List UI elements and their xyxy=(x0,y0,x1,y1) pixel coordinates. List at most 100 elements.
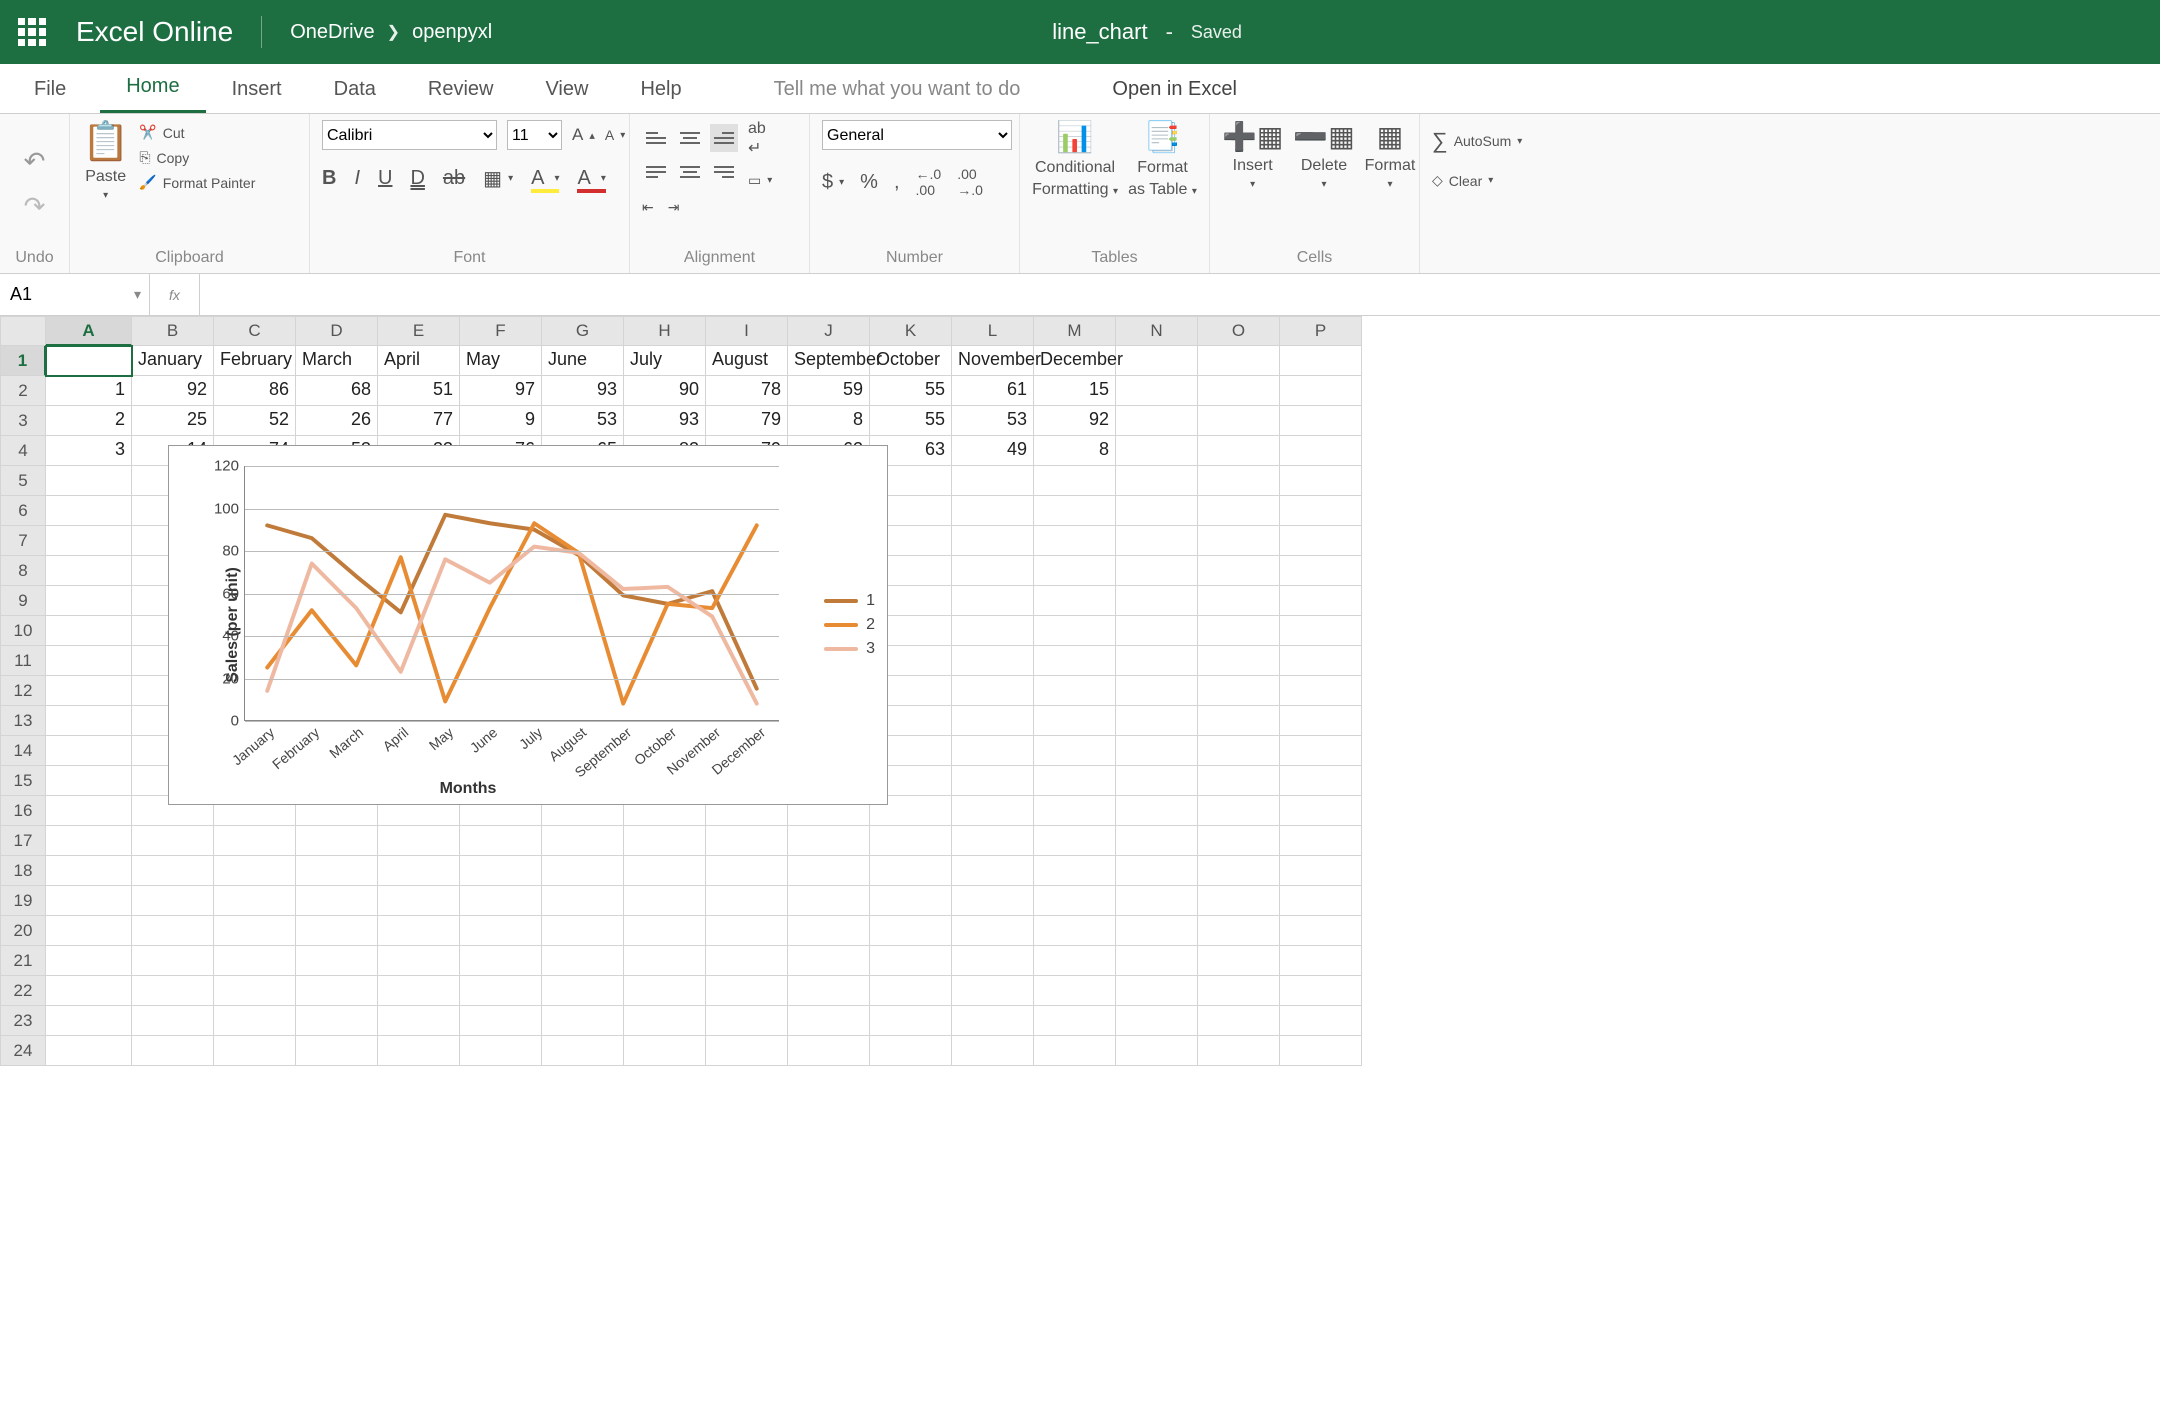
col-header-M[interactable]: M xyxy=(1034,316,1116,346)
cell-P7[interactable] xyxy=(1280,526,1362,556)
cell-B21[interactable] xyxy=(132,946,214,976)
tab-review[interactable]: Review xyxy=(402,66,520,113)
cell-A8[interactable] xyxy=(46,556,132,586)
cell-O11[interactable] xyxy=(1198,646,1280,676)
cell-B19[interactable] xyxy=(132,886,214,916)
cell-A10[interactable] xyxy=(46,616,132,646)
tab-view[interactable]: View xyxy=(519,66,614,113)
cell-P4[interactable] xyxy=(1280,436,1362,466)
col-header-K[interactable]: K xyxy=(870,316,952,346)
cell-N6[interactable] xyxy=(1116,496,1198,526)
cell-M9[interactable] xyxy=(1034,586,1116,616)
cell-A22[interactable] xyxy=(46,976,132,1006)
cell-O20[interactable] xyxy=(1198,916,1280,946)
cell-J1[interactable]: September xyxy=(788,346,870,376)
undo-icon[interactable]: ↶ xyxy=(24,146,46,177)
cell-B17[interactable] xyxy=(132,826,214,856)
cell-A15[interactable] xyxy=(46,766,132,796)
currency-button[interactable]: $▾ xyxy=(822,171,844,194)
cell-G22[interactable] xyxy=(542,976,624,1006)
cell-C21[interactable] xyxy=(214,946,296,976)
cell-C3[interactable]: 52 xyxy=(214,406,296,436)
cell-H2[interactable]: 90 xyxy=(624,376,706,406)
cell-A14[interactable] xyxy=(46,736,132,766)
cell-O10[interactable] xyxy=(1198,616,1280,646)
font-size-select[interactable]: 11 xyxy=(507,120,562,150)
double-underline-button[interactable]: D xyxy=(410,167,424,190)
cell-M19[interactable] xyxy=(1034,886,1116,916)
cell-M15[interactable] xyxy=(1034,766,1116,796)
row-header-17[interactable]: 17 xyxy=(0,826,46,856)
row-header-7[interactable]: 7 xyxy=(0,526,46,556)
cell-O13[interactable] xyxy=(1198,706,1280,736)
cell-M1[interactable]: December xyxy=(1034,346,1116,376)
cell-M21[interactable] xyxy=(1034,946,1116,976)
cell-N5[interactable] xyxy=(1116,466,1198,496)
cell-O14[interactable] xyxy=(1198,736,1280,766)
row-header-10[interactable]: 10 xyxy=(0,616,46,646)
cell-G2[interactable]: 93 xyxy=(542,376,624,406)
cell-M14[interactable] xyxy=(1034,736,1116,766)
cell-L9[interactable] xyxy=(952,586,1034,616)
cell-M24[interactable] xyxy=(1034,1036,1116,1066)
delete-cells-button[interactable]: ➖▦Delete▾ xyxy=(1293,120,1354,190)
font-name-select[interactable]: Calibri xyxy=(322,120,497,150)
cell-M13[interactable] xyxy=(1034,706,1116,736)
italic-button[interactable]: I xyxy=(354,167,360,190)
cell-P2[interactable] xyxy=(1280,376,1362,406)
col-header-D[interactable]: D xyxy=(296,316,378,346)
cell-P12[interactable] xyxy=(1280,676,1362,706)
cell-O18[interactable] xyxy=(1198,856,1280,886)
tab-insert[interactable]: Insert xyxy=(206,66,308,113)
cell-L3[interactable]: 53 xyxy=(952,406,1034,436)
cell-F3[interactable]: 9 xyxy=(460,406,542,436)
fx-icon[interactable]: fx xyxy=(150,274,200,315)
cell-E1[interactable]: April xyxy=(378,346,460,376)
cell-A3[interactable]: 2 xyxy=(46,406,132,436)
cell-J3[interactable]: 8 xyxy=(788,406,870,436)
document-name[interactable]: line_chart xyxy=(1052,19,1147,45)
merge-button[interactable]: ▭▾ xyxy=(748,172,772,189)
cell-D2[interactable]: 68 xyxy=(296,376,378,406)
cell-H3[interactable]: 93 xyxy=(624,406,706,436)
cell-A20[interactable] xyxy=(46,916,132,946)
cell-C17[interactable] xyxy=(214,826,296,856)
format-cells-button[interactable]: ▦Format▾ xyxy=(1365,120,1416,190)
cell-O16[interactable] xyxy=(1198,796,1280,826)
col-header-N[interactable]: N xyxy=(1116,316,1198,346)
cell-G3[interactable]: 53 xyxy=(542,406,624,436)
cut-button[interactable]: ✂️Cut xyxy=(139,124,255,141)
cell-O4[interactable] xyxy=(1198,436,1280,466)
cell-L12[interactable] xyxy=(952,676,1034,706)
row-header-1[interactable]: 1 xyxy=(0,346,46,376)
cell-J18[interactable] xyxy=(788,856,870,886)
cell-K1[interactable]: October xyxy=(870,346,952,376)
cell-N14[interactable] xyxy=(1116,736,1198,766)
cell-D23[interactable] xyxy=(296,1006,378,1036)
cell-J22[interactable] xyxy=(788,976,870,1006)
cell-L18[interactable] xyxy=(952,856,1034,886)
cell-F17[interactable] xyxy=(460,826,542,856)
cell-L8[interactable] xyxy=(952,556,1034,586)
name-box-input[interactable] xyxy=(0,274,126,315)
shrink-font-button[interactable]: A▾ xyxy=(605,127,625,143)
tab-data[interactable]: Data xyxy=(308,66,402,113)
cell-A23[interactable] xyxy=(46,1006,132,1036)
cell-P18[interactable] xyxy=(1280,856,1362,886)
cell-M18[interactable] xyxy=(1034,856,1116,886)
cell-F2[interactable]: 97 xyxy=(460,376,542,406)
cell-M7[interactable] xyxy=(1034,526,1116,556)
cell-I22[interactable] xyxy=(706,976,788,1006)
cell-L14[interactable] xyxy=(952,736,1034,766)
cell-P20[interactable] xyxy=(1280,916,1362,946)
increase-indent-button[interactable]: ⇥ xyxy=(668,199,680,216)
align-top-left[interactable] xyxy=(642,124,670,152)
conditional-formatting-button[interactable]: 📊 Conditional Formatting ▾ xyxy=(1032,120,1118,199)
col-header-A[interactable]: A xyxy=(46,316,132,346)
cell-O9[interactable] xyxy=(1198,586,1280,616)
cell-M8[interactable] xyxy=(1034,556,1116,586)
cell-J2[interactable]: 59 xyxy=(788,376,870,406)
cell-M20[interactable] xyxy=(1034,916,1116,946)
cell-N3[interactable] xyxy=(1116,406,1198,436)
cell-F23[interactable] xyxy=(460,1006,542,1036)
